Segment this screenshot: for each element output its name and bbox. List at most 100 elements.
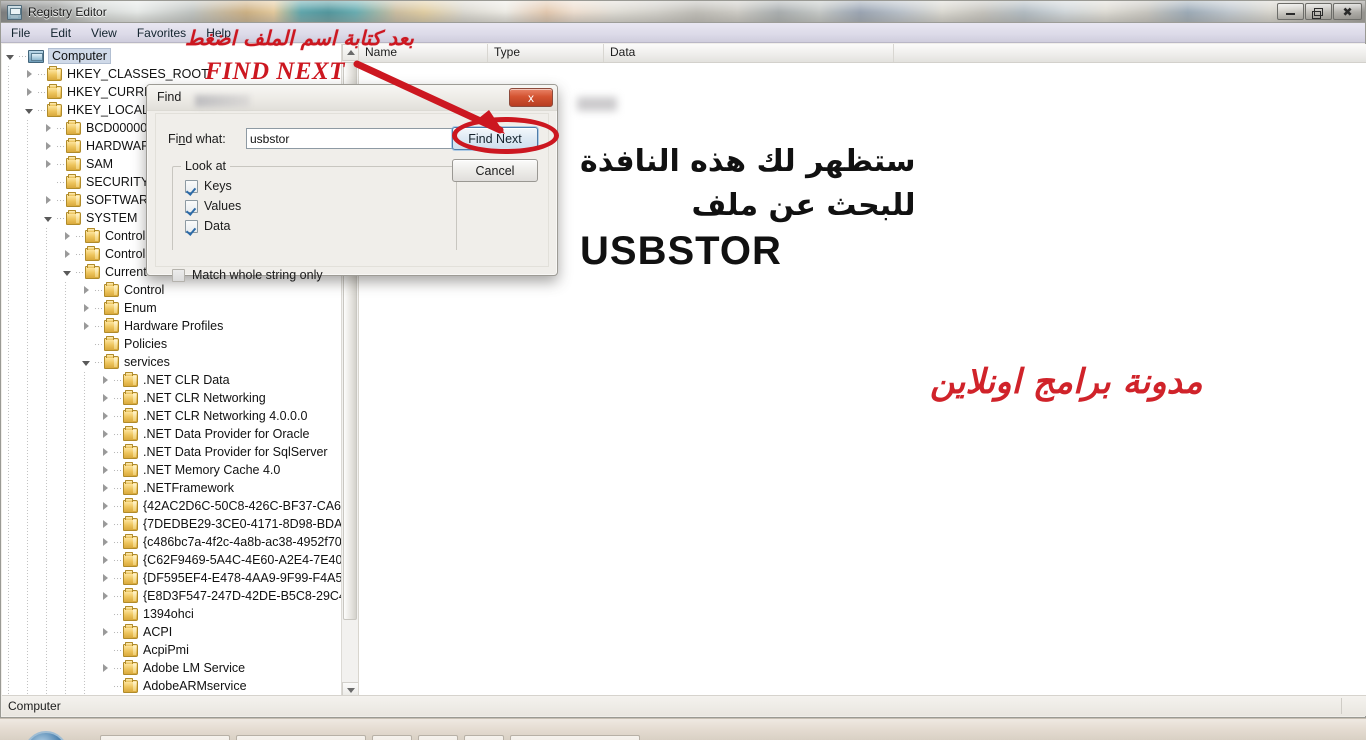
expand-arrow-icon[interactable] <box>59 245 75 263</box>
menu-view[interactable]: View <box>89 25 119 41</box>
tree-guide <box>21 569 40 587</box>
tree-node[interactable]: Policies <box>2 335 341 353</box>
expand-arrow-icon[interactable] <box>40 119 56 137</box>
find-what-input[interactable] <box>246 128 471 149</box>
tree-node[interactable]: services <box>2 353 341 371</box>
expand-arrow-icon[interactable] <box>59 227 75 245</box>
tree-node[interactable]: .NET CLR Networking 4.0.0.0 <box>2 407 341 425</box>
tree-guide <box>21 461 40 479</box>
column-header-name[interactable]: Name <box>359 44 488 62</box>
start-orb-icon[interactable] <box>24 731 68 740</box>
column-header-blank[interactable] <box>894 44 1366 62</box>
column-header-type[interactable]: Type <box>488 44 604 62</box>
menu-help[interactable]: Help <box>204 25 233 41</box>
checkbox-values[interactable] <box>185 199 198 213</box>
menu-favorites[interactable]: Favorites <box>135 25 188 41</box>
expand-arrow-icon[interactable] <box>40 155 56 173</box>
tree-node[interactable]: .NET CLR Networking <box>2 389 341 407</box>
restore-icon <box>1312 7 1323 19</box>
scroll-up-button[interactable] <box>342 44 358 61</box>
checkbox-match-whole-string[interactable] <box>172 268 185 282</box>
expand-arrow-icon[interactable] <box>21 83 37 101</box>
checkbox-values-row[interactable]: Values <box>185 199 241 213</box>
expand-arrow-icon[interactable] <box>97 623 113 641</box>
tree-node[interactable]: Enum <box>2 299 341 317</box>
tree-node[interactable]: Computer <box>2 47 341 65</box>
tree-node[interactable]: .NET CLR Data <box>2 371 341 389</box>
tree-node[interactable]: ACPI <box>2 623 341 641</box>
tree-node[interactable]: 1394ohci <box>2 605 341 623</box>
tree-guide <box>21 587 40 605</box>
expand-arrow-icon[interactable] <box>78 299 94 317</box>
tree-node[interactable]: Control <box>2 281 341 299</box>
expand-arrow-icon[interactable] <box>97 533 113 551</box>
expand-arrow-icon[interactable] <box>97 497 113 515</box>
close-button[interactable]: ✖ <box>1333 3 1362 20</box>
expand-arrow-icon[interactable] <box>97 479 113 497</box>
tree-node-label: .NET Data Provider for Oracle <box>143 427 310 441</box>
taskbar-item[interactable] <box>464 735 504 740</box>
tree-guide <box>21 623 40 641</box>
collapse-arrow-icon[interactable] <box>40 209 56 227</box>
expand-arrow-icon[interactable] <box>97 371 113 389</box>
match-whole-string-row[interactable]: Match whole string only <box>172 268 323 282</box>
expand-arrow-icon[interactable] <box>97 407 113 425</box>
tree-node[interactable]: AcpiPmi <box>2 641 341 659</box>
collapse-arrow-icon[interactable] <box>21 101 37 119</box>
find-dialog-titlebar[interactable]: Find x <box>147 85 617 111</box>
expand-arrow-icon[interactable] <box>40 137 56 155</box>
taskbar[interactable] <box>0 718 1366 740</box>
tree-node[interactable]: {DF595EF4-E478-4AA9-9F99-F4A5967E <box>2 569 341 587</box>
menu-file[interactable]: File <box>9 25 32 41</box>
expand-arrow-icon[interactable] <box>97 587 113 605</box>
tree-node[interactable]: {C62F9469-5A4C-4E60-A2E4-7E4039E9 <box>2 551 341 569</box>
taskbar-item[interactable] <box>510 735 640 740</box>
tree-connector <box>37 65 47 83</box>
expand-arrow-icon[interactable] <box>21 65 37 83</box>
checkbox-data-row[interactable]: Data <box>185 219 230 233</box>
tree-node[interactable]: Hardware Profiles <box>2 317 341 335</box>
tree-node[interactable]: {42AC2D6C-50C8-426C-BF37-CA65B03 <box>2 497 341 515</box>
tree-node[interactable]: .NET Data Provider for SqlServer <box>2 443 341 461</box>
menu-edit[interactable]: Edit <box>48 25 73 41</box>
tree-node[interactable]: .NETFramework <box>2 479 341 497</box>
column-header-data[interactable]: Data <box>604 44 894 62</box>
expand-arrow-icon[interactable] <box>97 389 113 407</box>
expand-arrow-icon[interactable] <box>97 659 113 677</box>
expand-arrow-icon[interactable] <box>97 461 113 479</box>
checkbox-keys[interactable] <box>185 179 198 193</box>
tree-node[interactable]: AdobeARMservice <box>2 677 341 695</box>
minimize-button[interactable] <box>1277 3 1304 20</box>
expand-arrow-icon[interactable] <box>97 551 113 569</box>
checkbox-keys-row[interactable]: Keys <box>185 179 232 193</box>
expand-arrow-icon[interactable] <box>78 317 94 335</box>
tree-guide <box>40 443 59 461</box>
tree-node[interactable]: .NET Memory Cache 4.0 <box>2 461 341 479</box>
expand-arrow-icon[interactable] <box>97 569 113 587</box>
taskbar-item[interactable] <box>372 735 412 740</box>
taskbar-item[interactable] <box>100 735 230 740</box>
restore-button[interactable] <box>1305 3 1332 20</box>
collapse-arrow-icon[interactable] <box>78 353 94 371</box>
tree-node[interactable]: {7DEDBE29-3CE0-4171-8D98-BDA4E1C <box>2 515 341 533</box>
find-dialog-close-button[interactable]: x <box>509 88 553 107</box>
taskbar-item[interactable] <box>236 735 366 740</box>
expand-arrow-icon[interactable] <box>40 191 56 209</box>
expand-arrow-icon[interactable] <box>78 281 94 299</box>
checkbox-data[interactable] <box>185 219 198 233</box>
tree-indent <box>2 551 97 569</box>
tree-node[interactable]: HKEY_CLASSES_ROOT <box>2 65 341 83</box>
cancel-button[interactable]: Cancel <box>452 159 538 182</box>
tree-node[interactable]: {c486bc7a-4f2c-4a8b-ac38-4952f7080 <box>2 533 341 551</box>
collapse-arrow-icon[interactable] <box>59 263 75 281</box>
taskbar-item[interactable] <box>418 735 458 740</box>
expand-arrow-icon[interactable] <box>97 515 113 533</box>
window-titlebar[interactable]: Registry Editor ✖ <box>1 1 1365 23</box>
tree-node[interactable]: Adobe LM Service <box>2 659 341 677</box>
tree-indent <box>2 335 78 353</box>
tree-node[interactable]: {E8D3F547-247D-42DE-B5C8-29C466D <box>2 587 341 605</box>
tree-node[interactable]: .NET Data Provider for Oracle <box>2 425 341 443</box>
expand-arrow-icon[interactable] <box>97 443 113 461</box>
expand-arrow-icon[interactable] <box>97 425 113 443</box>
collapse-arrow-icon[interactable] <box>2 47 18 65</box>
